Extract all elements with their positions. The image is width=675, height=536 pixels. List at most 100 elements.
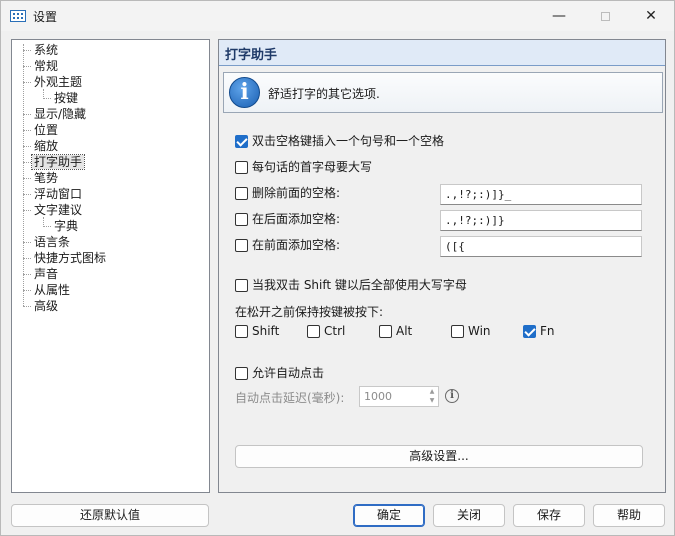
- hold-ctrl-checkbox[interactable]: [307, 325, 320, 338]
- tree-item[interactable]: 声音: [32, 266, 60, 282]
- hold-ctrl-label: Ctrl: [324, 324, 346, 338]
- add-after-label: 在后面添加空格:: [252, 212, 341, 226]
- advanced-settings-button[interactable]: 高级设置...: [235, 445, 643, 468]
- tree-item-label: 字典: [54, 219, 79, 233]
- auto-click-delay-value: 1000: [364, 390, 392, 403]
- tree-connector: [23, 258, 31, 259]
- spin-up-icon[interactable]: ▲: [426, 387, 438, 396]
- close-window-button[interactable]: ✕: [628, 1, 674, 31]
- hold-alt-checkbox[interactable]: [379, 325, 392, 338]
- settings-tree[interactable]: 系统常规外观主题 按键 显示/隐藏位置缩放 打字助手 笔势 浮动窗口文字建议字典语言条 快捷…: [11, 39, 210, 493]
- ok-button[interactable]: 确定: [353, 504, 425, 527]
- double-space-label: 双击空格键插入一个句号和一个空格: [252, 134, 445, 148]
- tree-item[interactable]: 语言条: [32, 234, 72, 250]
- spin-down-icon[interactable]: ▼: [426, 396, 438, 405]
- tree-connector: [23, 242, 31, 243]
- tree-connector: [23, 290, 31, 291]
- auto-click-label: 允许自动点击: [252, 366, 325, 380]
- tree-item[interactable]: 位置: [32, 122, 60, 138]
- tree-item-label: 语言条: [34, 235, 71, 249]
- tree-item[interactable]: 快捷方式图标: [32, 250, 108, 266]
- maximize-icon: [600, 11, 610, 21]
- tree-connector: [23, 194, 31, 195]
- tree-item-label: 从属性: [34, 283, 71, 297]
- tree-item-label: 显示/隐藏: [34, 107, 87, 121]
- hold-win-label: Win: [468, 324, 491, 338]
- tree-item-label: 浮动窗口: [34, 187, 83, 201]
- auto-click-delay-spinner[interactable]: 1000 ▲ ▼: [359, 386, 439, 407]
- hold-fn-label: Fn: [540, 324, 555, 338]
- delete-before-checkbox[interactable]: [235, 187, 248, 200]
- keyboard-icon: [10, 10, 26, 22]
- tree-item-label: 缩放: [34, 139, 59, 153]
- shift-caps-label: 当我双击 Shift 键以后全部使用大写字母: [252, 278, 467, 292]
- tree-connector: [23, 82, 31, 83]
- delay-info-icon[interactable]: i: [445, 389, 459, 403]
- hold-fn-checkbox[interactable]: [523, 325, 536, 338]
- add-after-input[interactable]: .,!?;:)]}: [440, 210, 642, 231]
- minimize-button[interactable]: —: [536, 1, 582, 31]
- add-before-checkbox[interactable]: [235, 239, 248, 252]
- tree-item[interactable]: 外观主题: [32, 74, 84, 90]
- tree-connector: [43, 89, 44, 97]
- tree-item-label: 声音: [34, 267, 59, 281]
- tree-connector: [43, 217, 44, 225]
- tree-item[interactable]: 从属性: [32, 282, 72, 298]
- window-title: 设置: [33, 10, 58, 24]
- tree-connector: [23, 306, 31, 307]
- hold-win-checkbox[interactable]: [451, 325, 464, 338]
- tree-item[interactable]: 高级: [32, 298, 60, 314]
- add-after-checkbox[interactable]: [235, 213, 248, 226]
- capitalize-label: 每句话的首字母要大写: [252, 160, 373, 174]
- save-button[interactable]: 保存: [513, 504, 585, 527]
- tree-item-label: 外观主题: [34, 75, 83, 89]
- typing-assistant-panel: 打字助手 i 舒适打字的其它选项.: [218, 39, 666, 493]
- add-before-input[interactable]: ([{: [440, 236, 642, 257]
- tree-connector: [23, 114, 31, 115]
- delete-before-input[interactable]: .,!?;:)]}_: [440, 184, 642, 205]
- double-space-checkbox[interactable]: [235, 135, 248, 148]
- tree-item[interactable]: 系统: [32, 42, 60, 58]
- tree-item-label: 常规: [34, 59, 59, 73]
- tree-item-label: 高级: [34, 299, 59, 313]
- maximize-button[interactable]: [582, 1, 628, 31]
- tree-connector: [23, 146, 31, 147]
- info-box: i 舒适打字的其它选项.: [223, 72, 663, 113]
- tree-connector: [43, 226, 51, 227]
- tree-item[interactable]: 字典: [52, 218, 80, 234]
- hold-keys-label: 在松开之前保持按键被按下:: [235, 305, 384, 319]
- tree-item[interactable]: 浮动窗口: [32, 186, 84, 202]
- tree-item[interactable]: 笔势: [32, 170, 60, 186]
- tree-item[interactable]: 缩放: [32, 138, 60, 154]
- tree-connector: [23, 162, 31, 163]
- capitalize-checkbox[interactable]: [235, 161, 248, 174]
- help-button[interactable]: 帮助: [593, 504, 665, 527]
- tree-item-label: 系统: [34, 43, 59, 57]
- tree-item[interactable]: 文字建议: [32, 202, 84, 218]
- close-button[interactable]: 关闭: [433, 504, 505, 527]
- settings-window: 设置 — ✕ 系统 常规 外观主题 按键 显示/隐藏 位置 缩放 打字助手 笔势 浮动窗口 文字建议…: [0, 0, 675, 536]
- restore-defaults-button[interactable]: 还原默认值: [11, 504, 209, 527]
- tree-item-label: 位置: [34, 123, 59, 137]
- tree-connector: [23, 50, 31, 51]
- title-bar: 设置 — ✕: [1, 1, 674, 31]
- auto-click-checkbox[interactable]: [235, 367, 248, 380]
- tree-item[interactable]: 打字助手: [30, 154, 86, 170]
- auto-click-delay-label: 自动点击延迟(毫秒):: [235, 391, 345, 405]
- tree-connector: [43, 98, 51, 99]
- shift-caps-checkbox[interactable]: [235, 279, 248, 292]
- info-icon: i: [229, 77, 260, 108]
- add-before-label: 在前面添加空格:: [252, 238, 341, 252]
- tree-item[interactable]: 显示/隐藏: [32, 106, 88, 122]
- tree-connector: [23, 44, 24, 306]
- tree-item[interactable]: 常规: [32, 58, 60, 74]
- tree-item[interactable]: 按键: [52, 90, 80, 106]
- tree-connector: [23, 130, 31, 131]
- hold-shift-label: Shift: [252, 324, 280, 338]
- panel-header: 打字助手: [219, 40, 665, 66]
- info-text: 舒适打字的其它选项.: [268, 87, 380, 101]
- hold-shift-checkbox[interactable]: [235, 325, 248, 338]
- tree-item-label: 文字建议: [34, 203, 83, 217]
- tree-item-label: 打字助手: [30, 154, 86, 170]
- tree-connector: [23, 178, 31, 179]
